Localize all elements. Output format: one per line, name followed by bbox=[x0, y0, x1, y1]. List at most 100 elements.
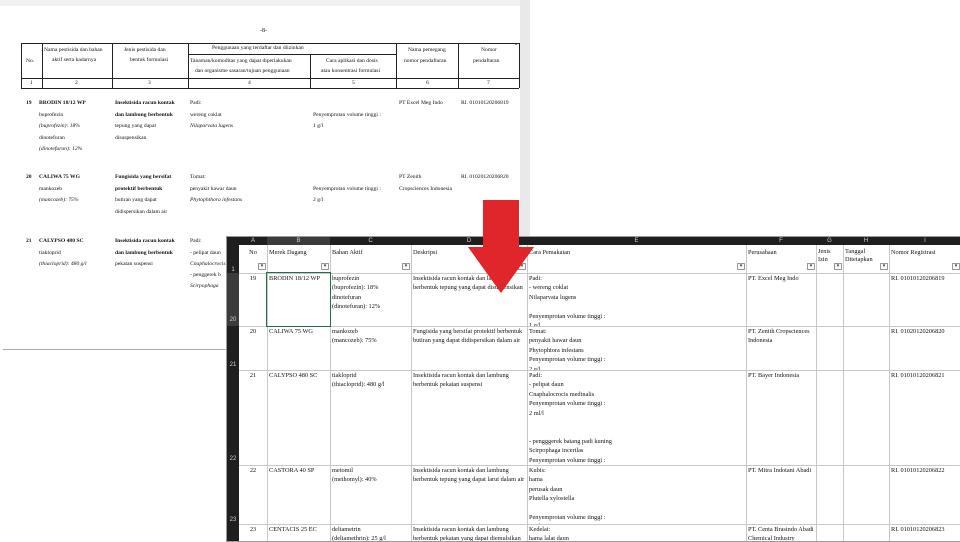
header-cell-bahan[interactable]: Bahan Aktif bbox=[330, 247, 411, 273]
row-header-22[interactable]: 22 bbox=[227, 370, 239, 465]
col-border bbox=[112, 43, 113, 88]
table-cell[interactable]: CALIWA 75 WG bbox=[267, 326, 330, 370]
table-cell[interactable]: 22 bbox=[239, 465, 267, 524]
row-header-20[interactable]: 20 bbox=[227, 273, 239, 326]
header-crop-2: dan organisme sasaran/tujuan penggunaan bbox=[195, 68, 290, 74]
table-cell[interactable]: tiakloprid (thiacloprid): 480 g/l bbox=[330, 370, 411, 465]
filter-dropdown-button[interactable]: ▾ bbox=[834, 263, 842, 270]
filter-dropdown-button[interactable]: ▾ bbox=[402, 263, 410, 270]
table-cell[interactable]: buprofezin (buprofezin): 18% dinotefuran… bbox=[330, 273, 411, 326]
colnum-5: 5 bbox=[352, 80, 355, 86]
table-cell[interactable]: CALYPSO 480 SC bbox=[267, 370, 330, 465]
table-cell[interactable]: PT. Centa Brasindo Abadi Chemical Indust… bbox=[746, 524, 816, 541]
header-regnum-1: Nomor bbox=[481, 47, 497, 53]
doc-method: 1 g/l bbox=[313, 123, 324, 129]
doc-type: Fungisida yang bersifat bbox=[115, 174, 172, 180]
table-cell[interactable]: PT. Mitra Indotani Abadi bbox=[746, 465, 816, 524]
header-cell-perusahaan[interactable]: Perusahaan bbox=[746, 247, 816, 273]
table-cell[interactable]: Padi: - pelipat daun Cnaphalocrocis medi… bbox=[527, 370, 746, 465]
table-cell[interactable]: RI. 01010120206821 bbox=[889, 370, 960, 465]
doc-crop: Tomat: bbox=[190, 174, 206, 180]
table-cell[interactable]: deltametrin (deltamethrin): 25 g/l bbox=[330, 524, 411, 541]
filter-dropdown-button[interactable]: ▾ bbox=[258, 263, 266, 270]
table-cell[interactable]: RI. 01020120206820 bbox=[889, 326, 960, 370]
header-type-2: bentuk formulasi bbox=[130, 57, 169, 63]
filter-dropdown-button[interactable]: ▾ bbox=[880, 263, 888, 270]
column-header-e[interactable]: E bbox=[527, 237, 746, 245]
doc-type: disuspensikan bbox=[115, 135, 147, 141]
table-cell[interactable]: Insektisida racun kontak dan lambung ber… bbox=[411, 524, 527, 541]
table-cell[interactable]: CENTACIS 25 EC bbox=[267, 524, 330, 541]
table-cell[interactable]: Padi: - wereng coklat Nilaparvata lugens… bbox=[527, 273, 746, 326]
colnum-4: 4 bbox=[248, 80, 251, 86]
column-header-h[interactable]: H bbox=[843, 237, 889, 245]
table-cell[interactable]: Insektisida racun kontak dan lambung ber… bbox=[411, 370, 527, 465]
table-cell[interactable]: Tomat: penyakit hawar daun Phytophtora i… bbox=[527, 326, 746, 370]
column-header-a[interactable]: A bbox=[239, 237, 267, 245]
header-cell-cara[interactable]: Cara Pemakaian bbox=[527, 247, 746, 273]
table-cell[interactable]: Kedelai: hama lalat daun bbox=[527, 524, 746, 541]
colnum-1: 1 bbox=[30, 80, 33, 86]
doc-crop: penyakit hawar daun bbox=[190, 186, 237, 192]
header-holder-1: Nama pemegang bbox=[408, 47, 446, 53]
table-cell[interactable]: Fungisida yang bersifat protektif berben… bbox=[411, 326, 527, 370]
table-cell[interactable]: mankozeb (mancozeb): 75% bbox=[330, 326, 411, 370]
column-header-b[interactable]: B bbox=[267, 237, 330, 245]
header-bottom-border bbox=[21, 78, 519, 79]
spreadsheet-window[interactable]: A B C D E F G H I 1 20 21 22 23 No Merek… bbox=[226, 236, 960, 542]
doc-method: 2 g/l bbox=[313, 197, 324, 203]
filter-dropdown-button[interactable]: ▾ bbox=[321, 263, 329, 270]
table-cell[interactable]: 21 bbox=[239, 370, 267, 465]
table-cell[interactable]: Insektisida racun kontak dan lambung ber… bbox=[411, 465, 527, 524]
table-cell[interactable]: RI. 01010120206819 bbox=[889, 273, 960, 326]
header-cell-nomor[interactable]: Nomor Registrasi bbox=[889, 247, 960, 273]
doc-holder: PT Zenith bbox=[399, 174, 422, 180]
row-header-21[interactable]: 21 bbox=[227, 326, 239, 370]
table-cell[interactable]: PT. Bayer Indonesia bbox=[746, 370, 816, 465]
select-all-corner[interactable] bbox=[227, 237, 239, 245]
table-cell[interactable]: RI. 01010120206823 bbox=[889, 524, 960, 541]
filter-dropdown-button[interactable]: ▾ bbox=[952, 263, 960, 270]
doc-ingredient: mankozeb bbox=[39, 186, 62, 192]
doc-ingredient: (mancozeb): 75% bbox=[39, 197, 79, 203]
doc-type: Insektisida racun kontak bbox=[115, 100, 175, 106]
row-header-24[interactable] bbox=[227, 524, 239, 541]
colnum-bottom-border bbox=[21, 88, 519, 89]
arrow-shape bbox=[468, 200, 534, 293]
table-cell[interactable]: PT. Excel Meg Indo bbox=[746, 273, 816, 326]
page-number: -8- bbox=[260, 28, 267, 34]
column-header-c[interactable]: C bbox=[330, 237, 411, 245]
table-cell[interactable]: 20 bbox=[239, 326, 267, 370]
doc-method: Penyemprotan volume tinggi : bbox=[313, 112, 381, 118]
column-header-f[interactable]: F bbox=[746, 237, 816, 245]
doc-ingredient: (thiacloprid): 480 g/l bbox=[39, 261, 87, 267]
table-cell[interactable]: Kubis: hama perusak daun Plutella xylost… bbox=[527, 465, 746, 524]
table-cell[interactable]: RI. 01010120206822 bbox=[889, 465, 960, 524]
doc-row-no: 20 bbox=[26, 174, 32, 180]
filter-dropdown-button[interactable]: ▾ bbox=[807, 263, 815, 270]
grid-line bbox=[843, 245, 844, 541]
header-regnum-2: pendaftaran bbox=[473, 58, 500, 64]
col-border bbox=[310, 54, 311, 88]
table-cell[interactable]: PT. Zenith Cropsciences Indonesia bbox=[746, 326, 816, 370]
colnum-3: 3 bbox=[148, 80, 151, 86]
doc-crop: Padi: bbox=[190, 100, 202, 106]
table-cell[interactable]: 19 bbox=[239, 273, 267, 326]
doc-type: dan lambung berbentuk bbox=[115, 112, 173, 118]
row-header-23[interactable]: 23 bbox=[227, 465, 239, 524]
doc-crop: - penggerek b bbox=[190, 272, 221, 278]
table-cell[interactable]: CASTORA 40 SP bbox=[267, 465, 330, 524]
table-cell[interactable]: 23 bbox=[239, 524, 267, 541]
col-border bbox=[396, 43, 397, 88]
doc-crop: Scirpophaga bbox=[190, 283, 219, 289]
column-header-g[interactable]: G bbox=[816, 237, 843, 245]
column-header-i[interactable]: I bbox=[889, 237, 960, 245]
header-method-2: atau konsentrasi formulasi bbox=[321, 68, 381, 74]
doc-ingredient: buprofezin bbox=[39, 112, 64, 118]
colnum-7: 7 bbox=[487, 80, 490, 86]
filter-dropdown-button[interactable]: ▾ bbox=[737, 263, 745, 270]
doc-holder: Cropsciences Indonesia bbox=[399, 186, 452, 192]
row-header-1[interactable]: 1 bbox=[227, 245, 239, 273]
doc-type: tepung yang dapat bbox=[115, 123, 157, 129]
table-cell[interactable]: metomil (methomyl): 40% bbox=[330, 465, 411, 524]
